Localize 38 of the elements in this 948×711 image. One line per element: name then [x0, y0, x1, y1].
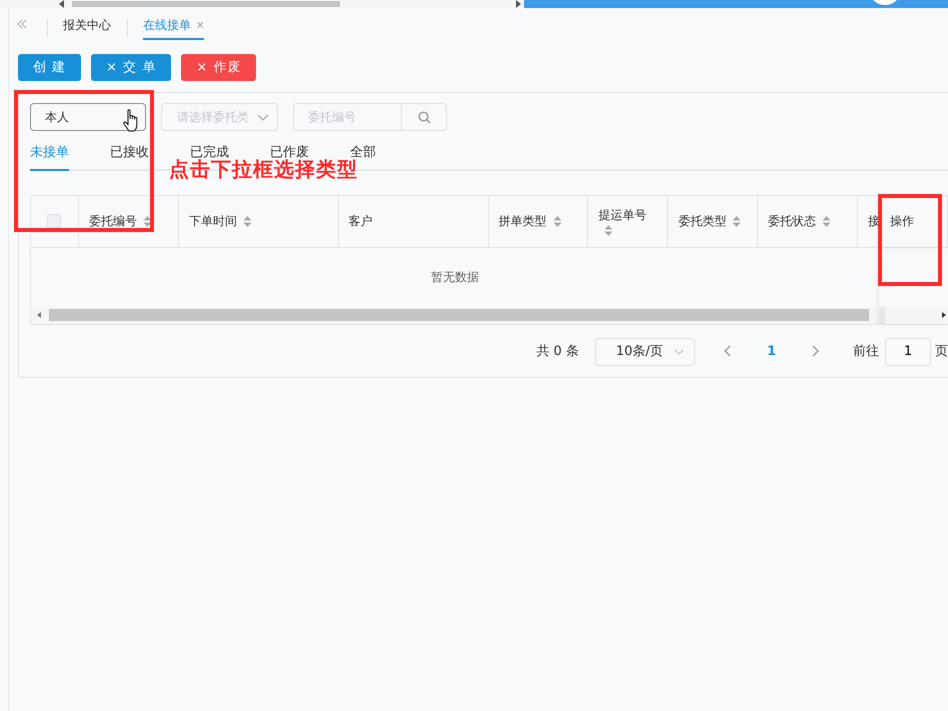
- goto-label: 前往: [853, 342, 879, 361]
- column-header: 客户: [348, 213, 373, 230]
- page-input[interactable]: 1: [885, 338, 931, 366]
- column-header: 提运单号: [598, 206, 646, 224]
- page-tab[interactable]: 报关中心: [63, 16, 111, 40]
- total-count: 共 0 条: [536, 342, 579, 361]
- search-icon: [418, 110, 430, 124]
- column-header: 委托状态: [768, 213, 816, 230]
- horizontal-scrollbar[interactable]: [31, 306, 879, 324]
- column-header: 操作: [890, 213, 914, 230]
- sort-icon[interactable]: [604, 224, 614, 236]
- empty-text: 暂无数据: [431, 269, 479, 286]
- arrow-icon[interactable]: [58, 0, 66, 8]
- column-header: 委托编号: [88, 213, 137, 230]
- checkbox[interactable]: [47, 214, 62, 228]
- sort-icon[interactable]: [732, 214, 742, 228]
- page-suffix: 页: [935, 342, 948, 361]
- search-field[interactable]: 委托编号: [293, 103, 447, 131]
- action-button[interactable]: × 作废: [181, 54, 256, 81]
- scrollbar[interactable]: [0, 0, 524, 8]
- caret-icon: [674, 348, 684, 354]
- chevron-icon: [724, 345, 732, 358]
- column-header: 拼单类型: [498, 213, 546, 230]
- sort-icon[interactable]: [552, 214, 562, 228]
- page-size-select[interactable]: 10条/页: [594, 338, 695, 366]
- column-header: 委托类型: [678, 213, 726, 230]
- sort-icon[interactable]: [822, 214, 832, 228]
- sort-icon[interactable]: [242, 214, 252, 228]
- chevron-icon: [811, 345, 819, 358]
- arrow-icon[interactable]: [940, 311, 948, 319]
- column-header: 下单时间: [188, 213, 237, 230]
- owner-select[interactable]: 本人: [30, 103, 146, 131]
- caret-icon: [257, 114, 269, 120]
- arrow-icon[interactable]: [514, 0, 522, 8]
- annotation-text: 点击下拉框选择类型: [169, 159, 358, 179]
- status-tab[interactable]: 已接收: [110, 143, 149, 170]
- collapse-icon[interactable]: [16, 19, 28, 29]
- sort-icon[interactable]: [142, 214, 152, 228]
